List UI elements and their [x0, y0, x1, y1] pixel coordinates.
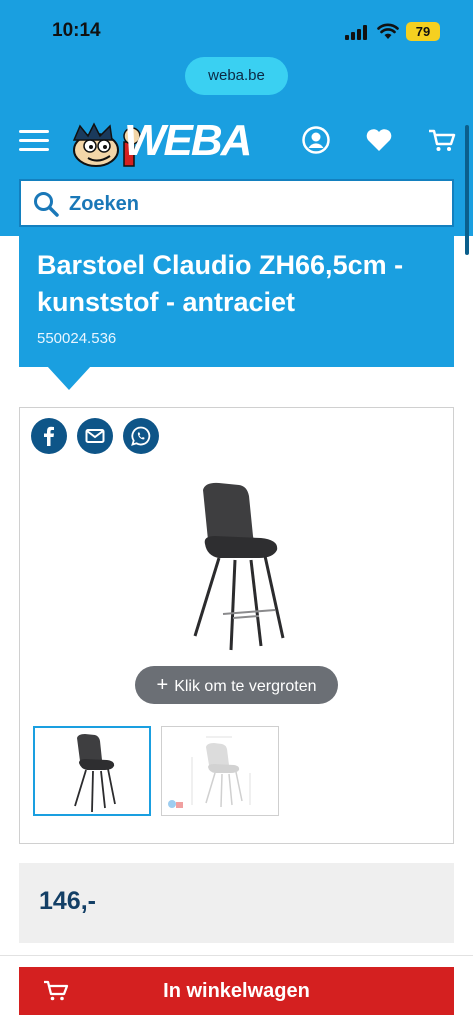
search-icon [34, 192, 59, 217]
facebook-share-button[interactable] [31, 418, 67, 454]
heart-icon[interactable] [364, 125, 394, 155]
url-bar[interactable]: weba.be [185, 57, 288, 95]
cart-icon[interactable] [427, 125, 457, 155]
product-sku: 550024.536 [37, 330, 117, 347]
title-box-pointer [47, 366, 91, 390]
search-input[interactable]: Zoeken [19, 179, 454, 227]
thumbnail-image [74, 734, 116, 813]
product-gallery: + Klik om te vergroten [19, 407, 454, 844]
wifi-icon [377, 23, 399, 39]
zoom-label: Klik om te vergroten [174, 678, 317, 695]
whatsapp-share-button[interactable] [123, 418, 159, 454]
search-placeholder: Zoeken [69, 193, 140, 215]
plus-icon: + [156, 674, 169, 696]
add-to-cart-button[interactable]: In winkelwagen [19, 967, 454, 1015]
product-title: Barstoel Claudio ZH66,5cm - kunststof - … [37, 250, 404, 317]
product-price: 146,- [39, 887, 96, 915]
thumbnail-1[interactable] [33, 726, 151, 816]
battery-indicator: 79 [406, 22, 440, 41]
price-box: 146,- [19, 863, 454, 943]
zoom-button[interactable]: + Klik om te vergroten [135, 666, 338, 704]
menu-icon[interactable] [19, 130, 49, 152]
page-scrollbar[interactable] [465, 125, 469, 255]
status-bar: 10:14 79 [0, 0, 473, 60]
mail-share-button[interactable] [77, 418, 113, 454]
weba-logo[interactable]: WEBA [66, 116, 270, 171]
logo-text: WEBA [124, 116, 252, 165]
thumbnail-dimensions-image [168, 736, 251, 808]
facebook-icon [44, 426, 54, 446]
header-area: 10:14 79 weba.be WEBA Zoeken [0, 0, 473, 255]
add-to-cart-label: In winkelwagen [163, 980, 310, 1002]
mail-icon [85, 429, 105, 443]
thumbnail-2[interactable] [161, 726, 279, 816]
account-icon[interactable] [301, 125, 331, 155]
signal-icon [345, 25, 369, 40]
status-time: 10:14 [52, 20, 101, 41]
whatsapp-icon [131, 426, 151, 446]
product-image[interactable] [175, 478, 295, 658]
sticky-cart-bar: In winkelwagen [0, 955, 473, 1024]
product-title-box: Barstoel Claudio ZH66,5cm - kunststof - … [19, 236, 454, 367]
